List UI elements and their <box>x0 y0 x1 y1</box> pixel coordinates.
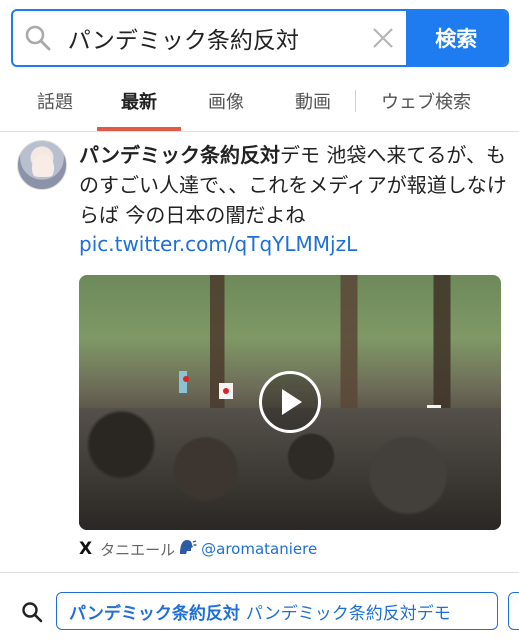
video-thumbnail[interactable] <box>79 275 501 530</box>
search-input[interactable] <box>63 11 361 65</box>
post-text: パンデミック条約反対デモ 池袋へ来てるが、ものすごい人達で、、これをメディアが報… <box>79 140 509 230</box>
x-logo-icon: X <box>79 539 93 559</box>
video-flag <box>219 383 233 399</box>
search-icon <box>21 601 43 627</box>
author-handle[interactable]: @aromataniere <box>201 540 317 558</box>
post-highlight: パンデミック条約反対 <box>79 143 280 167</box>
post-source: X タニエール @aromataniere <box>79 538 317 560</box>
avatar[interactable] <box>17 140 67 190</box>
speaking-head-icon <box>177 538 197 560</box>
divider <box>0 572 519 573</box>
tab-latest[interactable]: 最新 <box>97 70 181 131</box>
search-tabs: 話題 最新 画像 動画 ウェブ検索 <box>0 70 519 132</box>
related-search-chip[interactable]: パンデミック条約反対 パンデミック条約反対デモ <box>56 592 498 630</box>
tab-topics[interactable]: 話題 <box>0 70 110 131</box>
search-bar: 検索 <box>11 9 509 67</box>
author-name: タニエール <box>100 540 176 559</box>
search-icon <box>13 11 64 65</box>
related-text: パンデミック条約反対デモ <box>245 603 451 624</box>
video-banner <box>179 371 189 393</box>
play-button[interactable] <box>259 371 321 433</box>
related-highlight: パンデミック条約反対 <box>69 603 240 624</box>
tab-images[interactable]: 画像 <box>181 70 271 131</box>
tab-web-search[interactable]: ウェブ検索 <box>356 70 496 131</box>
search-button[interactable]: 検索 <box>405 11 507 65</box>
post-link[interactable]: pic.twitter.com/qTqYLMMjzL <box>79 232 357 256</box>
related-search-chip-next[interactable] <box>508 592 519 630</box>
close-icon[interactable] <box>361 11 406 65</box>
tab-videos[interactable]: 動画 <box>271 70 355 131</box>
